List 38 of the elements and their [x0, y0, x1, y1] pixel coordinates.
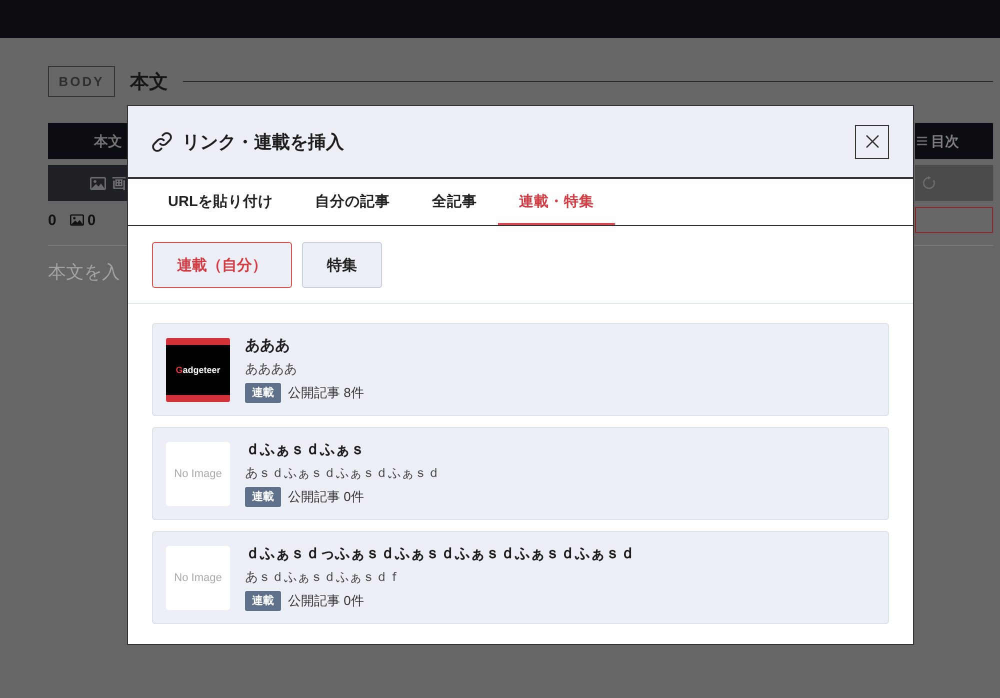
tab[interactable]: 自分の記事 — [294, 179, 411, 225]
dialog-title: リンク・連載を挿入 — [182, 130, 345, 154]
no-image-placeholder: No Image — [166, 546, 230, 610]
link-icon — [152, 132, 172, 152]
series-description: あｓｄふぁｓｄふぁｓｄｆ — [245, 568, 401, 584]
filter-button[interactable]: 連載（自分） — [152, 242, 292, 288]
tab[interactable]: 連載・特集 — [498, 179, 615, 225]
close-icon — [866, 135, 878, 148]
section-badge: BODY — [48, 66, 115, 97]
section-title: 本文 — [130, 70, 168, 94]
series-title: ｄふぁｓｄふぁｓ — [245, 440, 365, 458]
article-count: 公開記事 0件 — [288, 488, 364, 506]
series-title: ｄふぁｓｄっふぁｓｄふぁｓｄふぁｓｄふぁｓｄふぁｓｄ — [245, 544, 635, 562]
logo-thumbnail: Gadgeteer — [166, 338, 230, 402]
series-title: あああ — [245, 336, 290, 354]
series-card[interactable]: No Image ｄふぁｓｄふぁｓ あｓｄふぁｓｄふぁｓｄふぁｓｄ 連載 公開記事 0件 — [152, 427, 889, 520]
image-icon — [70, 214, 84, 226]
no-image-placeholder: No Image — [166, 442, 230, 506]
series-tag: 連載 — [245, 590, 281, 610]
char-count: 0 — [48, 212, 56, 228]
series-tag: 連載 — [245, 382, 281, 402]
series-tag: 連載 — [245, 486, 281, 506]
article-count: 公開記事 0件 — [288, 592, 364, 610]
reload-button[interactable] — [915, 165, 993, 201]
series-description: ああああ — [245, 360, 297, 376]
series-card[interactable]: No Image ｄふぁｓｄっふぁｓｄふぁｓｄふぁｓｄふぁｓｄふぁｓｄ あｓｄふぁｓｄふぁｓｄｆ 連載 公開記事 0件 — [152, 531, 889, 624]
filter-button[interactable]: 特集 — [302, 242, 382, 288]
outlined-button[interactable] — [915, 207, 993, 233]
close-button[interactable] — [855, 124, 889, 158]
article-count: 公開記事 8件 — [288, 384, 364, 402]
reload-icon — [922, 176, 936, 190]
image-icon — [90, 176, 106, 190]
list-icon — [917, 136, 927, 146]
image-count: 0 — [87, 212, 96, 228]
series-description: あｓｄふぁｓｄふぁｓｄふぁｓｄ — [245, 464, 440, 480]
series-card[interactable]: Gadgeteer あああ ああああ 連載 公開記事 8件 — [152, 323, 889, 416]
tab[interactable]: 全記事 — [410, 179, 498, 225]
toc-button[interactable]: 目次 — [915, 123, 993, 159]
